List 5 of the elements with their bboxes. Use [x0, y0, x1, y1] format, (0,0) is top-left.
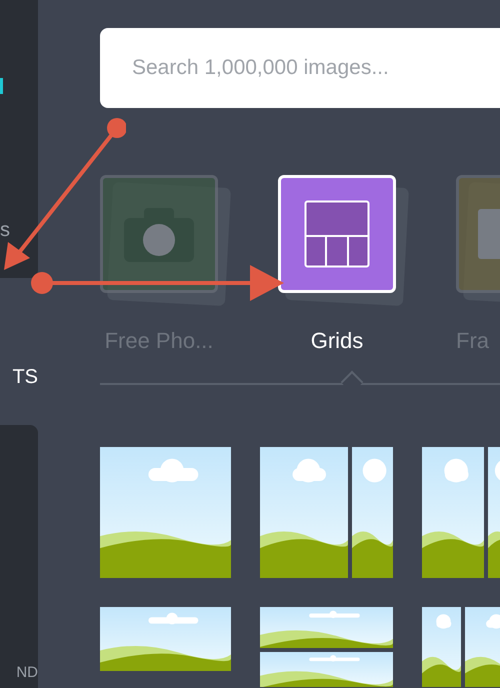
- category-label[interactable]: Grids: [310, 324, 364, 357]
- sidebar-label[interactable]: ND: [16, 665, 38, 680]
- search-field[interactable]: Search 1,000,000 images...: [100, 28, 500, 108]
- sidebar-label[interactable]: s: [0, 220, 10, 240]
- sidebar-label[interactable]: TS: [12, 367, 38, 387]
